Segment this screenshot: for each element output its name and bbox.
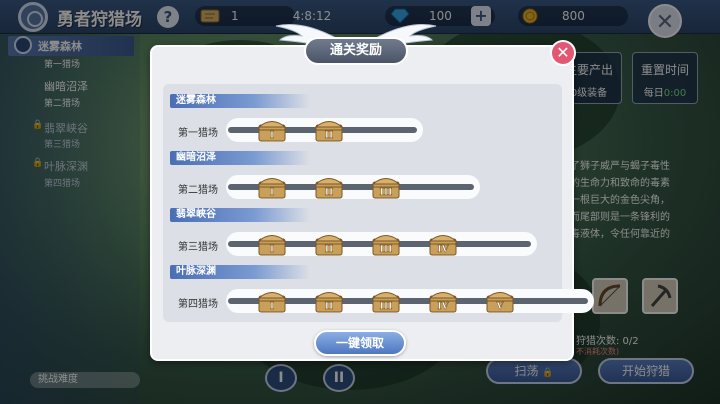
hunt-level-label: 第四猎场 xyxy=(178,299,218,310)
region-header: 翡翠峡谷 xyxy=(170,208,310,222)
hunt-level-label: 第三猎场 xyxy=(178,242,218,253)
hunt-level-label: 第二猎场 xyxy=(178,185,218,196)
treasure-chest-icon[interactable]: IV xyxy=(429,289,457,313)
chest-tier-label: I xyxy=(270,245,274,255)
region-header: 叶脉深渊 xyxy=(170,265,310,279)
chest-tier-label: I xyxy=(270,131,274,141)
treasure-chest-icon[interactable]: I xyxy=(258,289,286,313)
region-header: 幽暗沼泽 xyxy=(170,151,310,165)
region-header: 迷雾森林 xyxy=(170,94,310,108)
claim-all-button[interactable]: 一键领取 xyxy=(314,330,406,356)
treasure-chest-icon[interactable]: II xyxy=(315,175,343,199)
treasure-chest-icon[interactable]: III xyxy=(372,232,400,256)
treasure-chest-icon[interactable]: IV xyxy=(429,232,457,256)
chest-tier-label: III xyxy=(380,245,393,255)
treasure-chest-icon[interactable]: V xyxy=(486,289,514,313)
treasure-chest-icon[interactable]: II xyxy=(315,118,343,142)
chest-tier-label: II xyxy=(325,245,333,255)
treasure-chest-icon[interactable]: III xyxy=(372,289,400,313)
chest-tier-label: III xyxy=(380,302,393,312)
modal-title: 通关奖励 xyxy=(304,37,408,65)
chest-tier-label: V xyxy=(496,302,505,312)
hunt-level-label: 第一猎场 xyxy=(178,128,218,139)
clear-reward-modal xyxy=(150,45,574,361)
chest-tier-label: IV xyxy=(437,302,449,312)
treasure-chest-icon[interactable]: I xyxy=(258,118,286,142)
chest-tier-label: II xyxy=(325,302,333,312)
treasure-chest-icon[interactable]: I xyxy=(258,232,286,256)
chest-tier-label: II xyxy=(325,188,333,198)
chest-tier-label: I xyxy=(270,188,274,198)
treasure-chest-icon[interactable]: I xyxy=(258,175,286,199)
chest-tier-label: I xyxy=(270,302,274,312)
chest-tier-label: II xyxy=(325,131,333,141)
chest-tier-label: III xyxy=(380,188,393,198)
treasure-chest-icon[interactable]: III xyxy=(372,175,400,199)
chest-tier-label: IV xyxy=(437,245,449,255)
treasure-chest-icon[interactable]: II xyxy=(315,232,343,256)
treasure-chest-icon[interactable]: II xyxy=(315,289,343,313)
close-modal-button[interactable]: ✕ xyxy=(550,40,576,66)
